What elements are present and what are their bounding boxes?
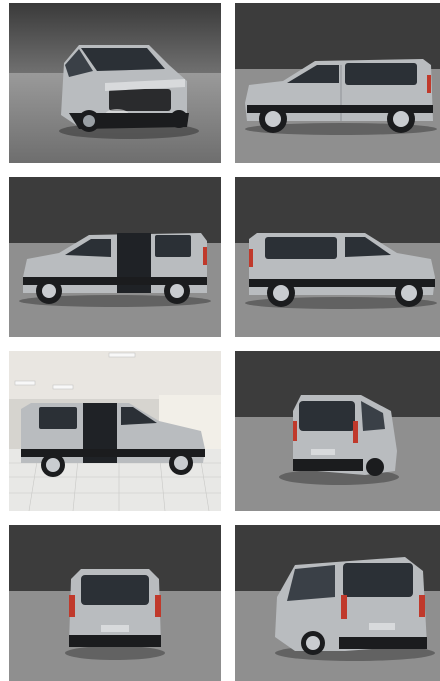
gallery-thumbnail-front[interactable] <box>9 3 221 163</box>
gallery-thumbnail-rear-right[interactable] <box>235 351 440 511</box>
car-front-photo <box>9 3 221 163</box>
car-rear-left-photo <box>235 525 440 681</box>
car-rear-photo <box>235 351 440 511</box>
vehicle-photo-gallery <box>0 0 440 681</box>
car-side-left-photo <box>235 177 440 337</box>
car-side-photo <box>235 3 440 163</box>
gallery-thumbnail-side-left[interactable] <box>235 177 440 337</box>
car-showroom-photo <box>9 351 221 511</box>
car-side-open-photo <box>9 177 221 337</box>
gallery-thumbnail-rear-left[interactable] <box>235 525 440 681</box>
car-rear-straight-photo <box>9 525 221 681</box>
gallery-thumbnail-rear[interactable] <box>9 525 221 681</box>
gallery-thumbnail-side-open[interactable] <box>9 177 221 337</box>
gallery-thumbnail-showroom[interactable] <box>9 351 221 511</box>
gallery-thumbnail-side-right[interactable] <box>235 3 440 163</box>
